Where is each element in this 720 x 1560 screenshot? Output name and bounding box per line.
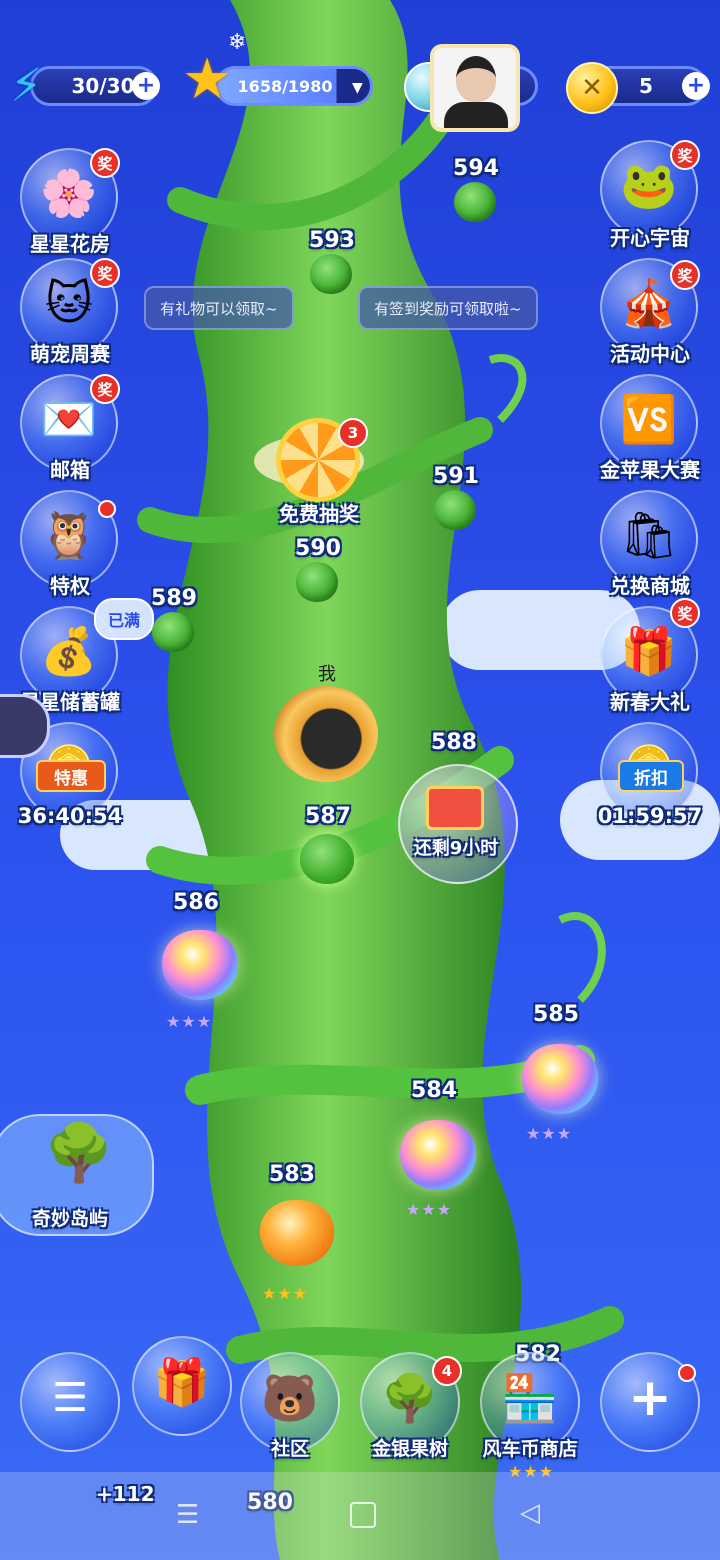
menu-label: 邮箱	[50, 458, 90, 482]
tent-icon: 🎪	[620, 276, 678, 331]
list-icon: ☰	[52, 1375, 88, 1422]
countdown-timer: 01:59:57	[597, 804, 703, 828]
pod-icon	[300, 834, 354, 884]
reward-badge: 奖	[90, 148, 120, 178]
star-icon: ★	[182, 47, 233, 112]
piggy-bank-icon: 💰	[40, 624, 98, 679]
level-stars: ★★★	[406, 1200, 453, 1219]
lottery-label: 免费抽奖	[279, 502, 359, 526]
home-icon[interactable]	[350, 1502, 376, 1528]
fruit-tree-icon: 🌳	[381, 1371, 439, 1426]
pod-icon	[454, 182, 496, 222]
level-stars: ★★★	[262, 1284, 309, 1303]
bottom-label: 社区	[270, 1438, 309, 1460]
reward-badge: 奖	[90, 374, 120, 404]
level-number: 586	[173, 890, 219, 915]
avatar-face-icon	[456, 56, 496, 102]
menu-label: 活动中心	[610, 342, 690, 366]
recent-apps-icon[interactable]: ☰	[176, 1500, 199, 1530]
rainbow-fruit-icon	[400, 1120, 476, 1190]
menu-label: 特权	[50, 574, 90, 598]
discount-sign: 折扣	[618, 760, 684, 792]
shop-icon: 🛍	[619, 508, 679, 563]
level-number: 587	[305, 804, 351, 829]
level-number: 593	[309, 228, 355, 253]
pod-icon	[310, 254, 352, 294]
gift-icon	[426, 786, 484, 830]
menu-label: 星星花房	[30, 232, 110, 256]
level-number: 590	[295, 536, 341, 561]
tree-icon: 🌳	[44, 1121, 114, 1186]
community-icon: 🐻	[261, 1371, 319, 1426]
menu-label: 兑换商城	[610, 574, 690, 598]
island-label: 奇妙岛屿	[31, 1208, 108, 1230]
level-stars: ★★★	[166, 1012, 213, 1031]
flower-house-icon: 🌸	[40, 166, 98, 221]
back-icon[interactable]: ◁	[520, 1498, 540, 1528]
pod-icon	[152, 612, 194, 652]
notification-dot	[98, 500, 116, 518]
level-number: 584	[411, 1078, 457, 1103]
lightning-icon: ⚡	[10, 58, 43, 112]
countdown-timer: 36:40:54	[17, 804, 123, 828]
rainbow-fruit-icon	[162, 930, 238, 1000]
level-number: 583	[269, 1162, 315, 1187]
owl-icon: 🦉	[40, 508, 98, 563]
special-offer-sign: 特惠	[36, 760, 106, 792]
lottery-count-badge: 3	[338, 418, 368, 448]
level-number: 589	[151, 586, 197, 611]
snowflake-icon: ❄	[228, 30, 247, 55]
gift-box-icon: 🎁	[153, 1355, 211, 1410]
pod-icon	[434, 490, 476, 530]
menu-label: 金苹果大赛	[600, 458, 700, 482]
player-name: 我	[318, 664, 336, 685]
coin-plus-button[interactable]: +	[682, 72, 710, 100]
cat-icon: 🐱	[45, 276, 93, 331]
pod-icon	[296, 562, 338, 602]
fruit-tree-badge: 4	[432, 1356, 462, 1386]
gift-timer-label: 还剩9小时	[413, 838, 499, 859]
gift-monster-icon: 🎁	[620, 624, 678, 679]
reward-badge: 奖	[670, 260, 700, 290]
level-number: 591	[433, 464, 479, 489]
plus-icon: +	[628, 1368, 672, 1429]
menu-label: 萌宠周赛	[30, 342, 110, 366]
orange-fruit-icon	[260, 1200, 334, 1266]
frog-icon: 🐸	[620, 158, 678, 213]
coin-icon: ✕	[566, 62, 618, 114]
notification-dot	[678, 1364, 696, 1382]
reward-badge: 奖	[670, 140, 700, 170]
gift-hint-bubble[interactable]: 有礼物可以领取~	[144, 286, 294, 330]
mail-icon: 💌	[40, 392, 98, 447]
level-stars: ★★★	[526, 1124, 573, 1143]
bottom-label: 金银果树	[371, 1438, 448, 1460]
star-value: 1658/1980	[215, 66, 373, 106]
level-number: 594	[453, 156, 499, 181]
menu-list-button[interactable]: ☰	[20, 1352, 120, 1452]
energy-plus-button[interactable]: +	[132, 72, 160, 100]
menu-label: 开心宇宙	[610, 226, 690, 250]
avatar[interactable]	[430, 44, 520, 132]
level-number: 585	[533, 1002, 579, 1027]
bottom-label: 风车币商店	[482, 1438, 578, 1460]
level-number: 588	[431, 730, 477, 755]
reward-badge: 奖	[90, 258, 120, 288]
menu-label: 新春大礼	[610, 690, 690, 714]
chevron-down-icon[interactable]: ▼	[352, 80, 363, 96]
gift-box-button[interactable]: 🎁	[132, 1336, 232, 1436]
store-icon: 🏪	[501, 1371, 559, 1426]
floating-reward: +112	[96, 1482, 155, 1506]
reward-badge: 奖	[670, 598, 700, 628]
versus-icon: 🆚	[620, 392, 678, 447]
side-tab[interactable]	[0, 694, 50, 758]
rainbow-fruit-icon	[522, 1044, 598, 1114]
player-frame	[274, 686, 378, 782]
checkin-hint-bubble[interactable]: 有签到奖励可领取啦~	[358, 286, 538, 330]
